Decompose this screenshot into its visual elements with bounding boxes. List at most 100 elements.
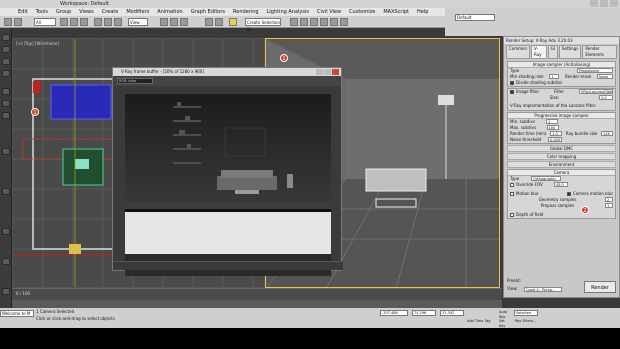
min-subdivs-input[interactable]: 1 bbox=[545, 119, 558, 124]
maximize-button[interactable] bbox=[600, 0, 608, 7]
named-selection-set-dropdown[interactable]: Create Selection Se bbox=[245, 18, 281, 32]
menu-maxscript[interactable]: MAXScript bbox=[383, 9, 409, 15]
geometry-samples-input[interactable]: 2 bbox=[605, 197, 613, 202]
move-icon[interactable] bbox=[94, 18, 102, 26]
xy-axis-constraint-icon[interactable] bbox=[229, 18, 237, 26]
tool-icon[interactable] bbox=[2, 100, 10, 107]
color-mapping-rollout[interactable]: Color mapping bbox=[507, 153, 616, 160]
motion-blur-checkbox[interactable] bbox=[510, 192, 514, 196]
vfb-close-button[interactable] bbox=[332, 69, 339, 75]
percent-snap-icon[interactable] bbox=[180, 18, 188, 26]
prompt-line: Click or click-and-drag to select object… bbox=[36, 316, 115, 321]
minimize-button[interactable] bbox=[590, 0, 598, 7]
material-editor-icon[interactable] bbox=[310, 18, 318, 26]
filter-dropdown[interactable]: VRayLanczosFilter bbox=[578, 89, 613, 94]
render-button[interactable]: Render bbox=[584, 281, 616, 293]
key-filters-button[interactable]: Key Filters... bbox=[514, 319, 540, 325]
angle-snap-icon[interactable] bbox=[170, 18, 178, 26]
scale-icon[interactable] bbox=[114, 18, 122, 26]
render-view-dropdown[interactable]: Quad 4 - Persp... bbox=[524, 287, 562, 292]
menu-civil-view[interactable]: Civil View bbox=[317, 9, 341, 15]
menu-modifiers[interactable]: Modifiers bbox=[126, 9, 149, 15]
tool-icon[interactable] bbox=[2, 228, 10, 235]
menu-help[interactable]: Help bbox=[417, 9, 428, 15]
global-dmc-rollout[interactable]: Global DMC bbox=[507, 145, 616, 152]
menu-graph-editors[interactable]: Graph Editors bbox=[191, 9, 225, 15]
y-coordinate-field[interactable]: 74.296 bbox=[412, 310, 436, 316]
menu-tools[interactable]: Tools bbox=[36, 9, 48, 15]
filter-size-input[interactable]: 2.0 bbox=[599, 95, 613, 100]
select-icon[interactable] bbox=[60, 18, 68, 26]
divide-shading-checkbox[interactable] bbox=[510, 81, 514, 85]
tool-icon[interactable] bbox=[2, 112, 10, 119]
camera-motion-blur-checkbox[interactable] bbox=[566, 192, 571, 196]
tool-icon[interactable] bbox=[2, 46, 10, 53]
render-mask-dropdown[interactable]: None bbox=[596, 74, 613, 79]
tool-icon[interactable] bbox=[2, 58, 10, 65]
maxscript-listener[interactable]: Welcome to M bbox=[0, 310, 34, 317]
sampler-type-dropdown[interactable]: Progressive bbox=[577, 68, 613, 73]
tool-icon[interactable] bbox=[2, 188, 10, 195]
noise-threshold-input[interactable]: 0.005 bbox=[548, 137, 563, 142]
menu-lighting-analysis[interactable]: Lighting Analysis bbox=[267, 9, 309, 15]
max-subdivs-input[interactable]: 100 bbox=[546, 125, 559, 130]
menu-animation[interactable]: Animation bbox=[157, 9, 183, 15]
image-filter-checkbox[interactable] bbox=[510, 90, 514, 94]
tab-vray[interactable]: V-Ray bbox=[531, 45, 547, 59]
min-shading-input[interactable]: 1 bbox=[549, 74, 560, 79]
menu-group[interactable]: Group bbox=[56, 9, 71, 15]
camera-type-dropdown[interactable]: Orthographic bbox=[531, 176, 562, 181]
curve-editor-icon[interactable] bbox=[300, 18, 308, 26]
prepass-samples-input[interactable]: 1 bbox=[604, 203, 613, 208]
selection-filter-dropdown[interactable]: All bbox=[34, 18, 56, 26]
override-fov-checkbox[interactable] bbox=[510, 183, 514, 187]
region-select-icon[interactable] bbox=[80, 18, 88, 26]
fov-input[interactable]: 45.0 bbox=[553, 182, 568, 187]
menu-create[interactable]: Create bbox=[102, 9, 119, 15]
align-icon[interactable] bbox=[215, 18, 223, 26]
snap-icon[interactable] bbox=[160, 18, 168, 26]
channel-dropdown[interactable]: RGB color bbox=[117, 78, 153, 84]
undo-icon[interactable] bbox=[4, 18, 12, 26]
tool-icon[interactable] bbox=[2, 88, 10, 95]
add-time-tag-button[interactable]: Add Time Tag bbox=[466, 319, 496, 325]
x-coordinate-field[interactable]: -337.486 bbox=[380, 310, 408, 316]
ray-bundle-input[interactable]: 128 bbox=[600, 131, 613, 136]
tab-gi[interactable]: GI bbox=[547, 45, 558, 59]
auto-key-button[interactable]: Auto Key bbox=[498, 310, 512, 319]
mirror-icon[interactable] bbox=[205, 18, 213, 26]
tool-icon[interactable] bbox=[2, 70, 10, 77]
tab-settings[interactable]: Settings bbox=[558, 45, 582, 59]
tool-icon[interactable] bbox=[2, 148, 10, 155]
tool-icon[interactable] bbox=[2, 288, 10, 295]
render-production-icon[interactable] bbox=[340, 18, 348, 26]
render-time-input[interactable]: 1.0 bbox=[550, 131, 563, 136]
render-setup-icon[interactable] bbox=[320, 18, 328, 26]
vfb-minimize-button[interactable] bbox=[316, 69, 323, 75]
z-coordinate-field[interactable]: 31.342 bbox=[440, 310, 464, 316]
menu-edit[interactable]: Edit bbox=[18, 9, 28, 15]
set-key-button[interactable]: Set Key bbox=[498, 319, 512, 328]
tool-icon[interactable] bbox=[2, 258, 10, 265]
menu-customize[interactable]: Customize bbox=[349, 9, 375, 15]
redo-icon[interactable] bbox=[14, 18, 22, 26]
environment-rollout[interactable]: Environment bbox=[507, 161, 616, 168]
tab-common[interactable]: Common bbox=[506, 45, 531, 59]
track-bar[interactable] bbox=[12, 300, 502, 308]
workspace-dropdown[interactable]: Default bbox=[455, 14, 495, 21]
render-frame-window-icon[interactable] bbox=[330, 18, 338, 26]
reference-coord-dropdown[interactable]: View bbox=[128, 18, 148, 26]
selected-dropdown[interactable]: Selected bbox=[514, 310, 538, 316]
vfb-toolbar: RGB color bbox=[113, 76, 341, 86]
layer-manager-icon[interactable] bbox=[290, 18, 298, 26]
tool-icon[interactable] bbox=[2, 34, 10, 41]
close-button[interactable] bbox=[610, 0, 618, 7]
menu-rendering[interactable]: Rendering bbox=[233, 9, 259, 15]
tab-render-elements[interactable]: Render Elements bbox=[582, 45, 617, 59]
select-by-name-icon[interactable] bbox=[70, 18, 78, 26]
depth-of-field-checkbox[interactable] bbox=[510, 213, 514, 217]
rotate-icon[interactable] bbox=[104, 18, 112, 26]
menu-views[interactable]: Views bbox=[79, 9, 93, 15]
vfb-maximize-button[interactable] bbox=[324, 69, 331, 75]
time-slider[interactable]: 0 / 100 bbox=[12, 288, 502, 300]
